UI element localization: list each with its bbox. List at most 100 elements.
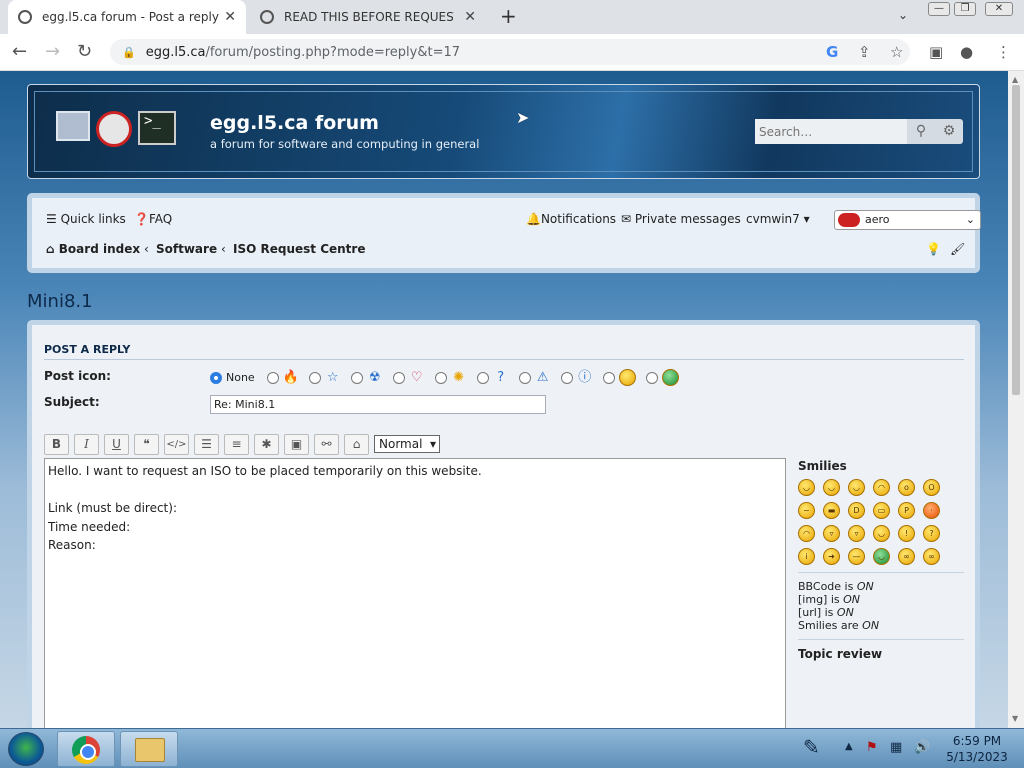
confused-icon[interactable]: ~ (798, 502, 815, 519)
post-icon-radio[interactable] (602, 371, 615, 384)
tab-read-this[interactable]: READ THIS BEFORE REQUESTING ✕ (250, 0, 486, 34)
scroll-down-icon[interactable]: ▼ (1012, 714, 1018, 723)
network-icon[interactable]: ▦ (890, 740, 902, 755)
underline-button[interactable]: U (104, 434, 129, 455)
surprised-icon[interactable]: o (898, 479, 915, 496)
list-item-button[interactable]: ✱ (254, 434, 279, 455)
font-size-select[interactable]: Normal ▾ (374, 435, 440, 453)
taskbar-explorer[interactable] (120, 731, 178, 767)
post-icon-radio[interactable] (518, 371, 531, 384)
code-button[interactable]: </> (164, 434, 189, 455)
faq-label: FAQ (148, 212, 173, 226)
breadcrumb-iso-request-centre[interactable]: ISO Request Centre (233, 242, 365, 256)
post-icon-radio[interactable] (645, 371, 658, 384)
address-bar[interactable]: 🔒 egg.l5.ca/forum/posting.php?mode=reply… (110, 39, 910, 65)
side-panel-icon[interactable]: ▣ (929, 43, 943, 61)
user-menu[interactable]: cvmwin7 ▾ (746, 212, 810, 226)
post-icon-radio[interactable] (560, 371, 573, 384)
question-icon[interactable]: ? (923, 525, 940, 542)
rolling-eyes-icon[interactable]: ◡ (873, 525, 890, 542)
minimize-button[interactable]: — (928, 2, 950, 16)
search-input[interactable] (755, 119, 907, 144)
crying-icon[interactable]: ◠ (798, 525, 815, 542)
new-tab-button[interactable]: + (500, 4, 517, 28)
post-icon-radio-none[interactable] (210, 371, 222, 384)
taskbar-chrome[interactable] (57, 731, 115, 767)
close-tab-icon[interactable]: ✕ (464, 9, 476, 25)
exclamation-icon[interactable]: ! (898, 525, 915, 542)
pen-input-icon[interactable]: ✎ (803, 735, 820, 759)
idea-icon[interactable]: i (798, 548, 815, 565)
menu-icon[interactable]: ⋮ (996, 43, 1011, 61)
embarrassed-icon[interactable]: · (923, 502, 940, 519)
volume-icon[interactable]: 🔊 (914, 740, 930, 755)
subject-input[interactable]: Re: Mini8.1 (210, 395, 546, 414)
geek-icon[interactable]: ∞ (898, 548, 915, 565)
site-logo[interactable]: >_ (56, 111, 176, 147)
maximize-button[interactable]: ❐ (954, 2, 976, 16)
cool-icon[interactable]: ▬ (823, 502, 840, 519)
neutral-icon[interactable]: — (848, 548, 865, 565)
topic-review-link[interactable]: Topic review (798, 647, 964, 661)
system-clock[interactable]: 6:59 PM 5/13/2023 (937, 733, 1017, 765)
post-icon-radio[interactable] (266, 371, 279, 384)
tab-search-icon[interactable]: ⌄ (898, 8, 908, 22)
breadcrumb-software[interactable]: Software (156, 242, 217, 256)
post-icon-radio[interactable] (434, 371, 447, 384)
laughing-icon[interactable]: D (848, 502, 865, 519)
advanced-search-gear-icon[interactable]: ⚙ (935, 119, 963, 144)
action-center-icon[interactable]: ⚑ (866, 740, 878, 755)
lightbulb-icon[interactable]: 💡 (926, 242, 941, 256)
font-color-button[interactable]: ⌂ (344, 434, 369, 455)
reload-icon[interactable]: ↻ (77, 41, 92, 62)
page-title[interactable]: Mini8.1 (27, 291, 93, 312)
twisted-evil-icon[interactable]: ▿ (848, 525, 865, 542)
scroll-up-icon[interactable]: ▲ (1012, 75, 1018, 84)
start-button[interactable] (8, 732, 44, 766)
bullet-list-button[interactable]: ☰ (194, 434, 219, 455)
notifications-link[interactable]: 🔔Notifications (526, 212, 616, 226)
sad-icon[interactable]: ◠ (873, 479, 890, 496)
faq-link[interactable]: ❓FAQ (134, 212, 172, 226)
back-icon[interactable]: ← (12, 41, 27, 62)
numbered-list-button[interactable]: ≡ (224, 434, 249, 455)
smile-icon[interactable]: ◡ (798, 479, 815, 496)
message-textarea[interactable]: Hello. I want to request an ISO to be pl… (44, 458, 786, 728)
mad-icon[interactable]: ▭ (873, 502, 890, 519)
show-hidden-icons-icon[interactable]: ▲ (845, 741, 853, 752)
share-icon[interactable]: ⇪ (858, 43, 871, 61)
wink-icon[interactable]: ◡ (848, 479, 865, 496)
breadcrumb-board-index[interactable]: ⌂ Board index (46, 242, 140, 256)
quick-links-link[interactable]: ☰ Quick links (46, 212, 126, 226)
google-icon[interactable]: G (826, 43, 838, 61)
scrollbar-thumb[interactable] (1012, 85, 1020, 395)
forward-icon[interactable]: → (45, 41, 60, 62)
search-icon[interactable]: ⚲ (907, 119, 935, 144)
brush-icon[interactable]: 🖌 (950, 242, 965, 256)
private-messages-link[interactable]: ✉ Private messages (621, 212, 741, 226)
site-title[interactable]: egg.l5.ca forum (210, 112, 379, 134)
quote-button[interactable]: ❝ (134, 434, 159, 455)
evil-icon[interactable]: ▿ (823, 525, 840, 542)
post-icon-radio[interactable] (308, 371, 321, 384)
arrow-icon[interactable]: ➜ (823, 548, 840, 565)
mr-green-icon[interactable]: ◡ (873, 548, 890, 565)
tab-post-reply[interactable]: egg.l5.ca forum - Post a reply ✕ (8, 0, 246, 34)
bookmark-star-icon[interactable]: ☆ (890, 43, 903, 61)
post-icon-radio[interactable] (392, 371, 405, 384)
italic-button[interactable]: I (74, 434, 99, 455)
profile-icon[interactable]: ● (960, 43, 973, 61)
post-icon-radio[interactable] (350, 371, 363, 384)
bold-button[interactable]: B (44, 434, 69, 455)
shocked-icon[interactable]: O (923, 479, 940, 496)
style-select[interactable]: aero ⌄ (834, 210, 981, 230)
close-tab-icon[interactable]: ✕ (224, 9, 236, 25)
uber-geek-icon[interactable]: ∞ (923, 548, 940, 565)
grin-icon[interactable]: ◡ (823, 479, 840, 496)
link-button[interactable]: ⚯ (314, 434, 339, 455)
close-window-button[interactable]: ✕ (985, 2, 1013, 16)
page-scrollbar[interactable]: ▲ ▼ (1008, 71, 1024, 728)
razz-icon[interactable]: P (898, 502, 915, 519)
post-icon-radio[interactable] (476, 371, 489, 384)
image-button[interactable]: ▣ (284, 434, 309, 455)
